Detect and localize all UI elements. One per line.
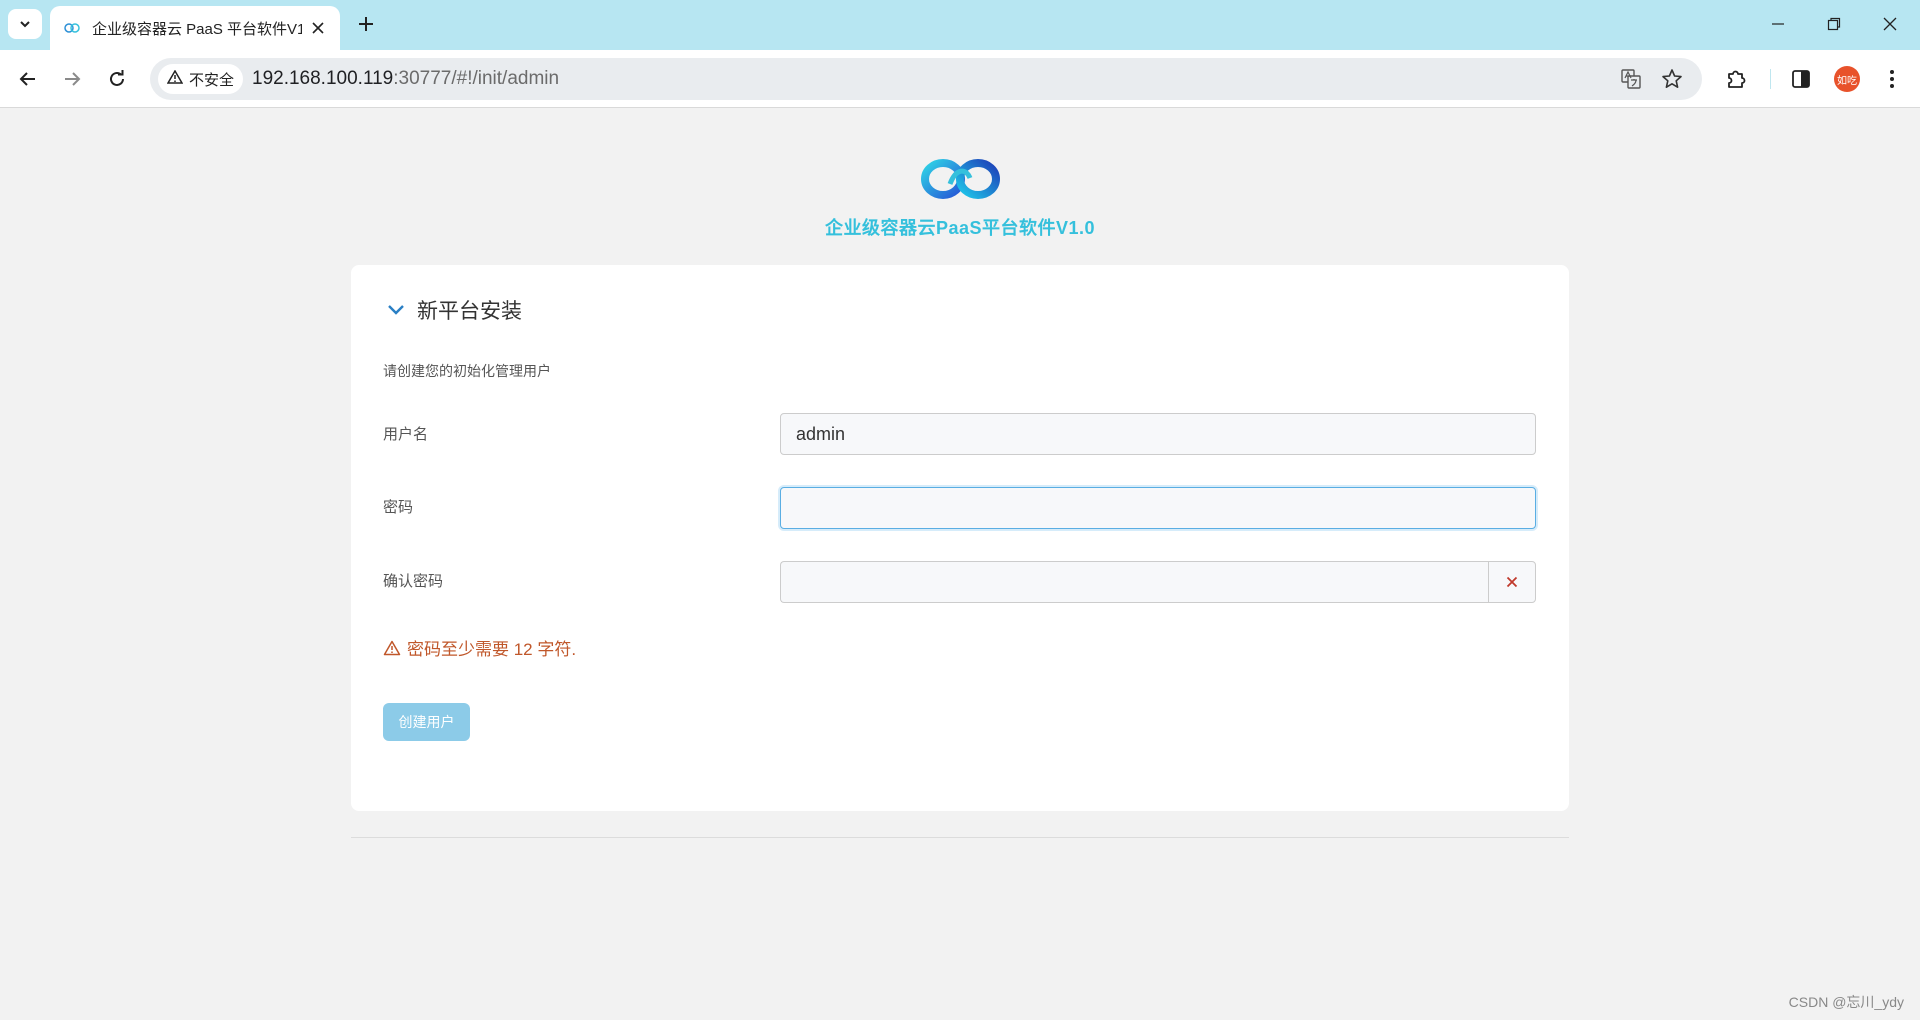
clear-x-icon [1506,576,1518,588]
brand-logo-icon [921,159,1000,199]
url-text[interactable]: 192.168.100.119:30777/#!/init/admin [252,58,559,100]
kebab-menu-icon [1890,70,1894,88]
restore-icon [1827,17,1841,31]
plus-icon [359,17,373,31]
arrow-left-icon [19,72,35,86]
confirm-password-group [780,561,1536,603]
brand-title: 企业级容器云PaaS平台软件V1.0 [824,218,1096,238]
profile-avatar[interactable]: 如吃 [1834,66,1860,92]
url-host: 192.168.100.119 [252,68,394,89]
browser-toolbar: 不安全 192.168.100.119:30777/#!/init/admin … [0,50,1920,108]
chevron-down-icon [388,305,404,315]
extensions-button[interactable] [1720,63,1752,95]
section-title: 新平台安装 [417,300,522,323]
reload-button[interactable] [101,63,133,95]
side-panel-button[interactable] [1785,63,1817,95]
star-icon [1662,69,1682,88]
new-tab-button[interactable] [352,10,380,38]
section-toggle[interactable]: 新平台安装 [387,295,522,325]
chevron-down-icon [20,21,30,28]
browser-tabstrip: 企业级容器云 PaaS 平台软件V1 [0,0,1920,50]
content-divider [351,837,1569,838]
username-input[interactable] [780,413,1536,455]
watermark: CSDN @忘川_ydy [1788,994,1904,1010]
arrow-right-icon [65,72,81,86]
back-button[interactable] [12,63,44,95]
form-intro: 请创建您的初始化管理用户 [383,363,551,379]
forward-button[interactable] [56,63,88,95]
security-label: 不安全 [189,71,235,89]
translate-button[interactable] [1618,66,1644,92]
reload-icon [110,70,124,86]
clear-confirm-button[interactable] [1488,561,1536,603]
minimize-icon [1772,23,1784,25]
warning-triangle-icon [383,640,401,655]
url-path: :30777/#!/init/admin [393,68,560,89]
browser-menu-button[interactable] [1876,63,1908,95]
restore-button[interactable] [1814,8,1854,40]
tab-title: 企业级容器云 PaaS 平台软件V1 [92,20,302,38]
security-chip[interactable]: 不安全 [158,64,244,94]
error-message: 密码至少需要 12 字符. [407,640,577,659]
close-tab-button[interactable] [308,18,328,38]
browser-tab[interactable]: 企业级容器云 PaaS 平台软件V1 [50,6,340,50]
tab-search-button[interactable] [8,9,42,39]
minimize-button[interactable] [1758,8,1798,40]
warning-triangle-icon [166,69,184,88]
side-panel-icon [1792,70,1810,88]
install-card: 新平台安装 请创建您的初始化管理用户 用户名 密码 确认密码 密码至少需要 12… [351,265,1569,811]
close-icon [1883,17,1897,31]
confirm-password-input[interactable] [780,561,1488,603]
username-label: 用户名 [383,426,429,443]
confirm-password-label: 确认密码 [383,573,444,590]
address-bar[interactable]: 不安全 192.168.100.119:30777/#!/init/admin [150,58,1702,100]
translate-icon [1621,69,1641,89]
password-error: 密码至少需要 12 字符. [383,635,576,660]
toolbar-separator [1770,69,1771,89]
create-user-button[interactable]: 创建用户 [383,703,470,741]
bookmark-button[interactable] [1659,66,1685,92]
close-window-button[interactable] [1870,8,1910,40]
password-input[interactable] [780,487,1536,529]
puzzle-icon [1728,70,1746,88]
close-icon [312,22,324,34]
password-label: 密码 [383,499,414,516]
tab-favicon-icon [62,20,82,36]
